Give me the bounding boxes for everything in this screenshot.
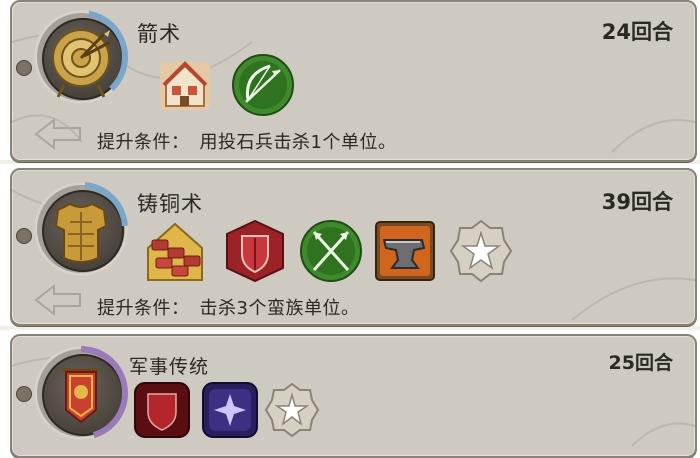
bronze-armor-icon [54, 202, 108, 263]
back-arrow-icon [34, 283, 81, 316]
tech-card-military-tradition[interactable]: 军事传统 25回合 [10, 334, 697, 458]
turn-count: 25回合 [608, 352, 673, 374]
card-separator [0, 326, 700, 330]
back-arrow-icon [34, 117, 81, 150]
crossed-spears-icon[interactable] [298, 218, 364, 284]
tech-name: 铸铜术 [137, 192, 203, 216]
red-shield-card-icon[interactable] [132, 380, 192, 440]
tech-card-archery[interactable]: 箭术 24回合 提升条件： 用投石兵击杀1个单位。 [10, 0, 697, 162]
turn-count: 24回合 [601, 20, 673, 44]
condition-text: 击杀3个蛮族单位。 [199, 298, 360, 319]
timeline-pin [16, 60, 32, 76]
barracks-tiles-icon[interactable] [142, 218, 208, 284]
tech-badge[interactable] [34, 182, 128, 276]
condition-label: 提升条件： [97, 132, 190, 153]
star-badge-icon[interactable] [448, 218, 514, 284]
boost-condition: 提升条件： 用投石兵击杀1个单位。 [97, 128, 396, 154]
tech-badge[interactable] [34, 346, 128, 440]
timeline-pin [16, 386, 32, 402]
red-shield-icon[interactable] [222, 218, 288, 284]
tech-name: 箭术 [137, 22, 181, 46]
condition-label: 提升条件： [97, 298, 190, 319]
condition-text: 用投石兵击杀1个单位。 [199, 132, 397, 153]
house-building-icon[interactable] [152, 52, 218, 118]
timeline-pin [16, 228, 32, 244]
turn-count: 39回合 [601, 190, 673, 214]
tech-card-bronze-working[interactable]: 铸铜术 39回合 提升条件： 击杀3个蛮族单位。 [10, 168, 697, 326]
purple-sparkle-card-icon[interactable] [200, 380, 260, 440]
war-banner-icon [62, 368, 100, 424]
boost-condition: 提升条件： 击杀3个蛮族单位。 [97, 294, 359, 320]
bow-arrow-icon[interactable] [230, 52, 296, 118]
tech-badge[interactable] [34, 10, 128, 104]
star-badge-icon[interactable] [264, 382, 320, 438]
archery-target-icon [52, 29, 111, 98]
anvil-icon[interactable] [372, 218, 438, 284]
tech-name: 军事传统 [129, 356, 210, 378]
